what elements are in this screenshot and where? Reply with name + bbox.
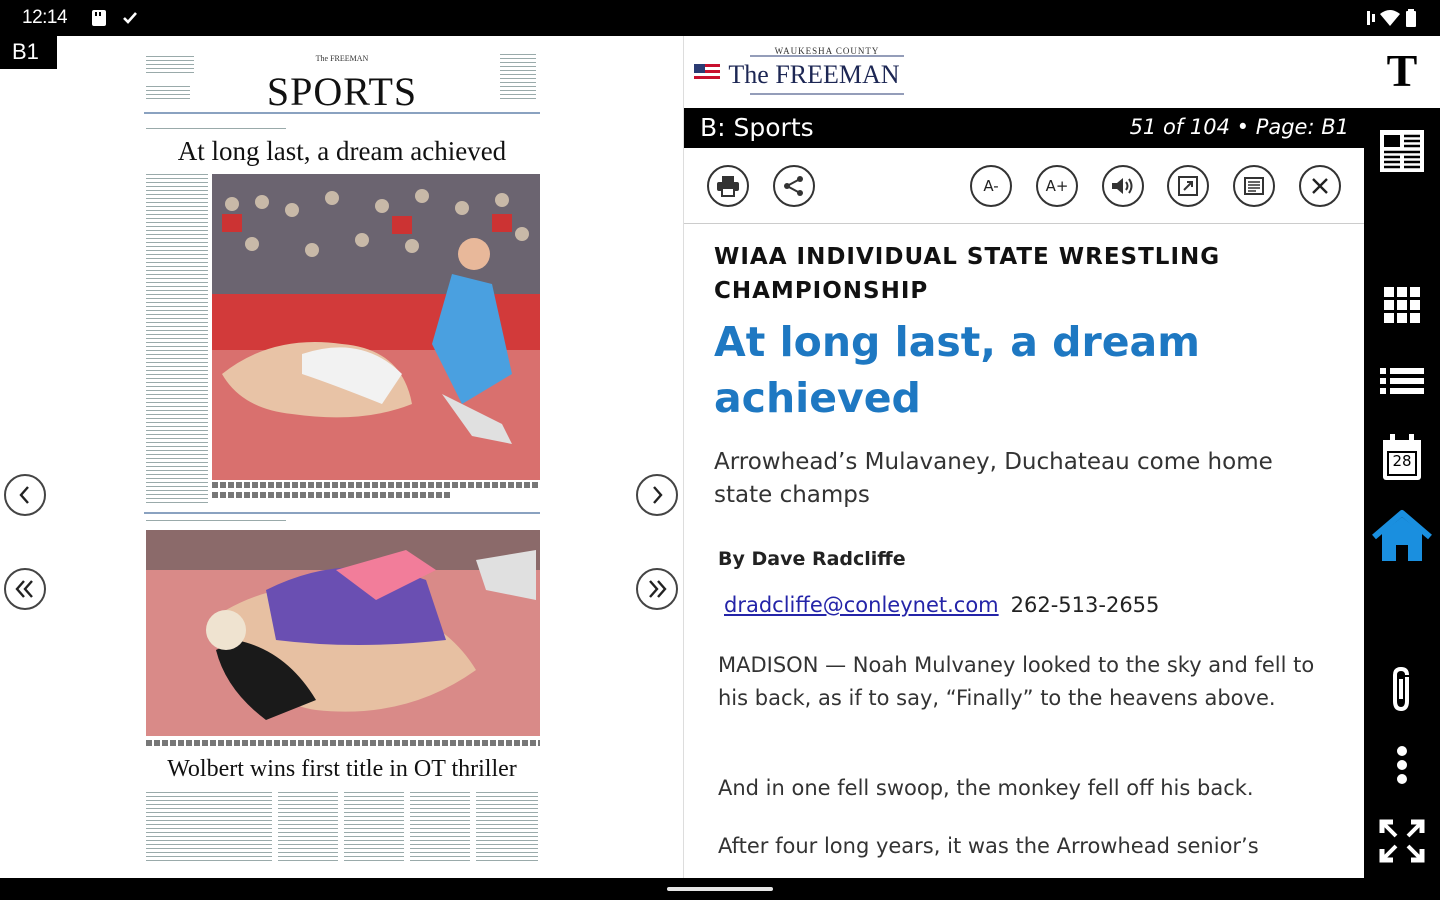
newspaper-section-title: SPORTS	[266, 69, 418, 114]
speaker-icon	[1112, 178, 1133, 194]
share-icon	[784, 176, 803, 196]
text-view-button[interactable]	[1233, 165, 1275, 207]
article-paragraph: MADISON — Noah Mulvaney looked to the sk…	[718, 653, 1315, 710]
more-vertical-icon	[1397, 746, 1407, 784]
home-gesture-handle[interactable]	[667, 887, 773, 891]
county-line: WAUKESHA COUNTY	[774, 46, 880, 56]
newspaper-icon	[1380, 130, 1424, 172]
newspaper-headline-2[interactable]: Wolbert wins first title in OT thriller	[144, 756, 540, 783]
home-icon	[1372, 510, 1432, 561]
double-chevron-right-icon	[649, 580, 667, 598]
paper-name: The FREEMAN	[728, 60, 900, 89]
article-list-button[interactable]	[1364, 358, 1440, 404]
battery-icon	[1406, 9, 1416, 27]
section-name: B: Sports	[700, 113, 814, 142]
chevron-right-icon	[653, 486, 663, 504]
status-bar: 12:14	[0, 0, 1440, 36]
close-article-button[interactable]	[1299, 165, 1341, 207]
calendar-day: 28	[1392, 452, 1412, 470]
read-aloud-button[interactable]	[1102, 165, 1144, 207]
article-byline: By Dave Radcliffe	[718, 548, 906, 570]
sd-card-icon	[92, 10, 106, 26]
clippings-button[interactable]	[1364, 662, 1440, 718]
article-panel[interactable]: WAUKESHA COUNTY The FREEMAN B: Sports 51…	[683, 36, 1364, 878]
font-larger-button[interactable]: A+	[1036, 165, 1078, 207]
wifi-icon	[1380, 10, 1400, 26]
double-chevron-left-icon	[15, 580, 33, 598]
flag-icon	[694, 64, 720, 82]
author-contact: dradcliffe@conleynet.com 262-513-2655	[724, 593, 1159, 617]
grid-icon	[1384, 287, 1420, 323]
thumbnails-button[interactable]	[1364, 280, 1440, 330]
vibrate-icon	[1367, 11, 1375, 25]
previous-page-button[interactable]	[4, 474, 46, 516]
freeman-logo: WAUKESHA COUNTY The FREEMAN	[692, 44, 907, 98]
text-mode-icon: T	[1386, 45, 1418, 96]
page-viewer[interactable]: The FREEMAN SPORTS At long last, a dream…	[0, 36, 683, 878]
text-mode-button[interactable]: T	[1364, 36, 1440, 108]
print-button[interactable]	[707, 165, 749, 207]
next-page-button[interactable]	[636, 474, 678, 516]
fullscreen-icon	[1379, 819, 1425, 863]
font-smaller-button[interactable]: A-	[970, 165, 1012, 207]
expand-page-icon	[1178, 176, 1198, 196]
home-button[interactable]	[1364, 506, 1440, 566]
newspaper-masthead-small: The FREEMAN	[315, 54, 369, 63]
article-paragraph: And in one fell swoop, the monkey fell o…	[718, 776, 1254, 800]
next-section-button[interactable]	[636, 568, 678, 610]
author-email-link[interactable]: dradcliffe@conleynet.com	[724, 593, 999, 617]
wrestling-photo-1[interactable]	[212, 174, 540, 480]
view-on-page-button[interactable]	[1167, 165, 1209, 207]
close-icon	[1312, 178, 1328, 194]
article-toolbar: A- A+	[684, 148, 1364, 224]
more-options-button[interactable]	[1364, 740, 1440, 790]
author-phone: 262-513-2655	[1010, 593, 1160, 617]
printer-icon	[717, 176, 739, 197]
article-position: 51 of 104 • Page: B1	[1129, 115, 1349, 139]
list-icon	[1380, 368, 1424, 394]
clock: 12:14	[22, 7, 68, 28]
check-icon	[123, 12, 137, 24]
share-button[interactable]	[773, 165, 815, 207]
system-navigation-bar	[0, 878, 1440, 900]
article-icon	[1244, 177, 1264, 195]
chevron-left-icon	[19, 486, 29, 504]
article-title: At long last, a dream achieved	[714, 318, 1200, 422]
article-kicker: WIAA INDIVIDUAL STATE WRESTLING CHAMPION…	[714, 244, 1221, 304]
section-bar: B: Sports 51 of 104 • Page: B1	[684, 108, 1364, 148]
font-smaller-label: A-	[983, 177, 999, 195]
newspaper-headline-1[interactable]: At long last, a dream achieved	[144, 136, 540, 167]
font-larger-label: A+	[1045, 177, 1069, 195]
fullscreen-button[interactable]	[1364, 816, 1440, 866]
newspaper-masthead: The FREEMAN SPORTS	[144, 50, 540, 114]
article-deck: Arrowhead’s Mulavaney, Duchateau come ho…	[714, 449, 1273, 508]
calendar-button[interactable]: 28	[1364, 430, 1440, 486]
wrestling-photo-2[interactable]	[146, 530, 540, 736]
app-sidebar: T 28	[1364, 36, 1440, 878]
page-view-button[interactable]	[1364, 124, 1440, 178]
previous-section-button[interactable]	[4, 568, 46, 610]
newspaper-page-b1[interactable]: The FREEMAN SPORTS At long last, a dream…	[144, 50, 540, 876]
paperclip-icon	[1393, 666, 1409, 712]
article-paragraph: After four long years, it was the Arrowh…	[718, 834, 1259, 858]
page-indicator[interactable]: B1	[0, 36, 57, 69]
